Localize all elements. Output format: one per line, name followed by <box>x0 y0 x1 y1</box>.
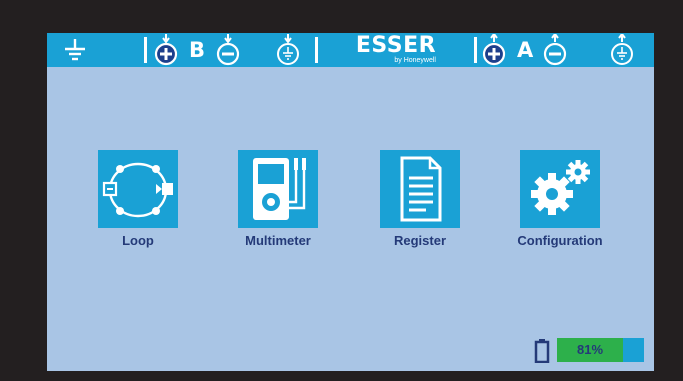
loop-icon <box>98 150 178 228</box>
terminal-a-label: A <box>517 38 534 62</box>
terminal-b-label: B <box>189 38 206 62</box>
battery-level-text: 81% <box>576 342 604 357</box>
b-earth-circle-icon <box>276 34 300 70</box>
a-earth-circle-icon <box>610 33 634 70</box>
menu-item-loop[interactable]: Loop <box>68 150 208 248</box>
menu-item-configuration[interactable]: Configuration <box>490 150 630 248</box>
register-label: Register <box>393 233 447 248</box>
esser-logo: ESSER by Honeywell <box>350 35 442 65</box>
b-minus-circle-icon <box>216 34 240 70</box>
battery-level-bar: 81% <box>557 338 644 362</box>
ground-icon <box>64 39 86 65</box>
loop-label: Loop <box>122 233 154 248</box>
multimeter-icon <box>238 150 318 228</box>
multimeter-label: Multimeter <box>245 233 311 248</box>
terminal-status-bar: B ESSER by Honeywell A <box>47 33 654 67</box>
b-plus-circle-icon <box>154 34 178 70</box>
a-plus-circle-icon <box>482 33 506 70</box>
gears-icon <box>520 150 600 228</box>
a-minus-circle-icon <box>543 33 567 70</box>
register-document-icon <box>380 150 460 228</box>
configuration-label: Configuration <box>517 233 603 248</box>
separator <box>144 37 147 63</box>
separator <box>474 37 477 63</box>
separator <box>315 37 318 63</box>
menu-item-multimeter[interactable]: Multimeter <box>208 150 348 248</box>
brand-subtitle: by Honeywell <box>394 57 436 64</box>
menu-item-register[interactable]: Register <box>350 150 490 248</box>
battery-icon <box>534 339 550 367</box>
brand-name: ESSER <box>355 33 437 58</box>
device-screen: B ESSER by Honeywell A Loop Multimeter R… <box>47 33 654 371</box>
